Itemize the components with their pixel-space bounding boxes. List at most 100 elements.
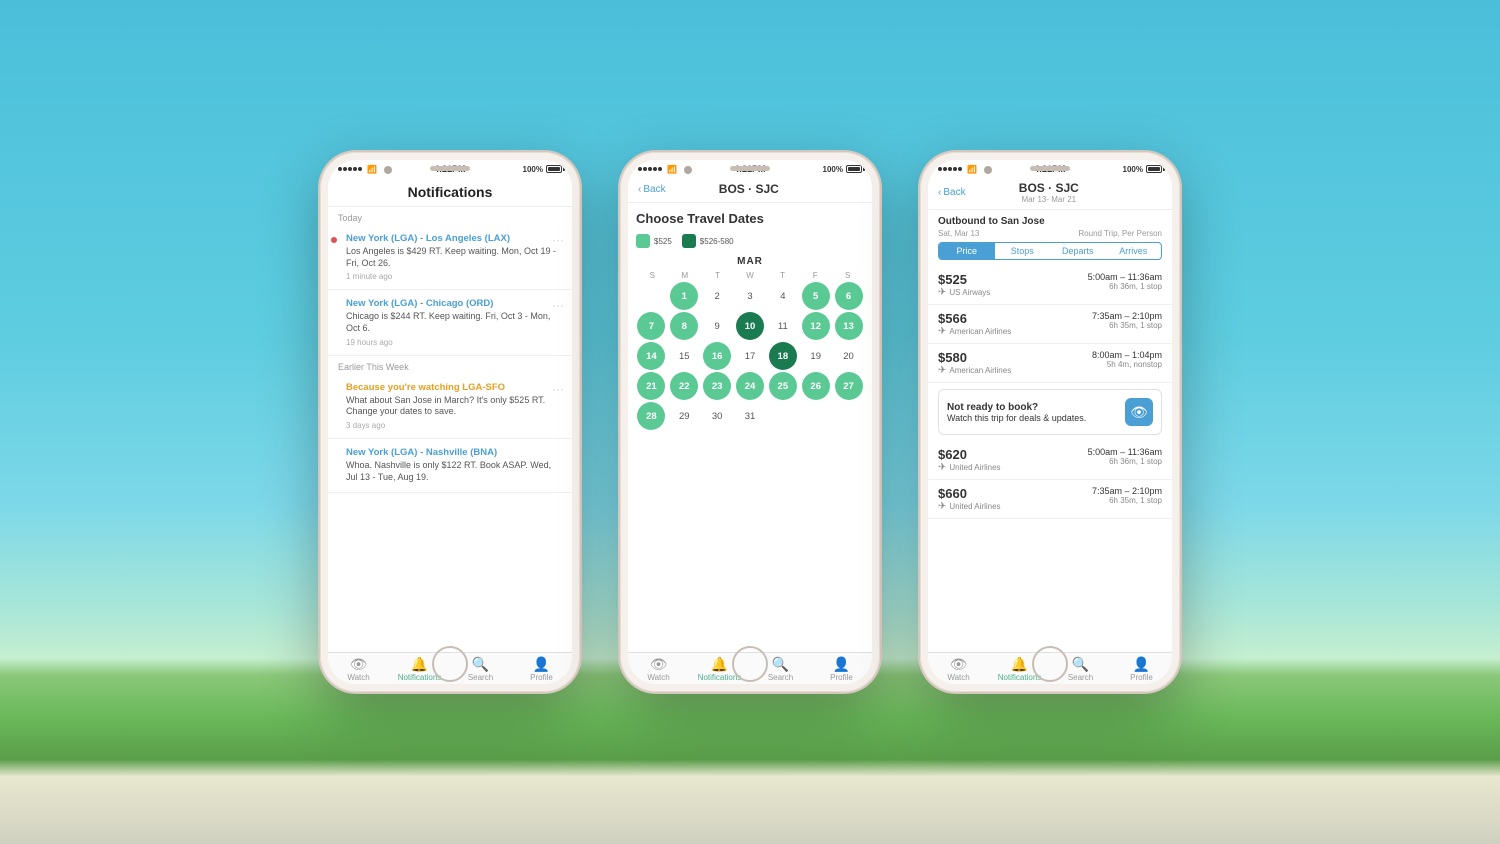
watch-this-trip-card[interactable]: Not ready to book? Watch this trip for d… [938, 389, 1162, 435]
cal-day-14[interactable]: 14 [637, 342, 665, 370]
calendar-body: Choose Travel Dates $525 $526-580 MAR S … [628, 203, 872, 652]
tab-watch-label-1: Watch [347, 673, 369, 682]
flight-price-4: $620 [938, 447, 1001, 462]
legend-label-525: $525 [654, 237, 672, 246]
sort-price[interactable]: Price [939, 243, 995, 259]
flight-item-2[interactable]: $566 ✈ American Airlines 7:35am – 2:10pm… [928, 305, 1172, 344]
tab-profile-2[interactable]: 👤 Profile [811, 657, 872, 682]
flight-item-4[interactable]: $620 ✈ United Airlines 5:00am – 11:36am … [928, 441, 1172, 480]
cal-day-26[interactable]: 26 [802, 372, 830, 400]
tab-watch-3[interactable]: 👁 Watch [928, 657, 989, 682]
tab-watch-2[interactable]: 👁 Watch [628, 657, 689, 682]
cal-day-13[interactable]: 13 [835, 312, 863, 340]
notif-item-3[interactable]: Because you're watching LGA-SFO What abo… [328, 374, 572, 439]
back-button-2[interactable]: ‹ Back [638, 184, 666, 195]
calendar-days: 1 2 3 4 5 6 7 8 9 10 11 12 13 14 15 [636, 282, 864, 430]
back-chevron-3: ‹ [938, 187, 941, 198]
calendar-route-title: BOS · SJC [666, 182, 832, 196]
notif-item-1[interactable]: New York (LGA) - Los Angeles (LAX) Los A… [328, 225, 572, 290]
flight-airline-4: ✈ United Airlines [938, 462, 1001, 473]
cal-day-22[interactable]: 22 [670, 372, 698, 400]
tab-search-label-1: Search [468, 673, 493, 682]
tab-watch-1[interactable]: 👁 Watch [328, 657, 389, 682]
cal-day-7[interactable]: 7 [637, 312, 665, 340]
cal-day-31[interactable]: 31 [736, 402, 764, 430]
more-icon-1[interactable]: ··· [552, 233, 564, 247]
cal-day-25[interactable]: 25 [769, 372, 797, 400]
more-icon-3[interactable]: ··· [552, 382, 564, 396]
flight-price-1: $525 [938, 272, 990, 287]
flight-airline-5: ✈ United Airlines [938, 501, 1001, 512]
watch-btn-icon[interactable]: 👁 [1125, 398, 1153, 426]
cal-day-17[interactable]: 17 [736, 342, 764, 370]
flight-airline-2: ✈ American Airlines [938, 326, 1011, 337]
flight-search-header: ‹ Back BOS · SJC Mar 13- Mar 21 [928, 176, 1172, 210]
back-chevron-2: ‹ [638, 184, 641, 195]
cal-day-15[interactable]: 15 [670, 342, 698, 370]
cal-day-28[interactable]: 28 [637, 402, 665, 430]
tab-profile-3[interactable]: 👤 Profile [1111, 657, 1172, 682]
phone-home-2[interactable] [732, 646, 768, 682]
notif-item-4[interactable]: New York (LGA) - Nashville (BNA) Whoa. N… [328, 439, 572, 492]
notifications-icon-3: 🔔 [1011, 657, 1028, 671]
cal-day-24[interactable]: 24 [736, 372, 764, 400]
cal-day-19[interactable]: 19 [802, 342, 830, 370]
phone-speaker-1 [430, 166, 470, 171]
phone-home-3[interactable] [1032, 646, 1068, 682]
notifications-icon: 🔔 [411, 657, 428, 671]
battery-pct-1: 100% [523, 165, 543, 174]
airline-icon-1: ✈ [938, 287, 946, 298]
sort-stops[interactable]: Stops [995, 243, 1051, 259]
cal-day-10[interactable]: 10 [736, 312, 764, 340]
flight-route-title: BOS · SJC [966, 181, 1132, 195]
phone-screen-1: 📶 4:21PM 100% Notifications Today New Yo… [328, 160, 572, 684]
back-button-3[interactable]: ‹ Back [938, 187, 966, 198]
cal-day-27[interactable]: 27 [835, 372, 863, 400]
cal-day-21[interactable]: 21 [637, 372, 665, 400]
cal-day-16[interactable]: 16 [703, 342, 731, 370]
flight-item-3[interactable]: $580 ✈ American Airlines 8:00am – 1:04pm… [928, 344, 1172, 383]
tab-profile-label-3: Profile [1130, 673, 1153, 682]
flight-duration-1: 6h 36m, 1 stop [1088, 282, 1162, 291]
watch-icon-2: 👁 [650, 657, 668, 671]
cal-day-2[interactable]: 2 [703, 282, 731, 310]
notif-body-3: What about San Jose in March? It's only … [346, 395, 562, 418]
cal-day-8[interactable]: 8 [670, 312, 698, 340]
cal-day-e2 [802, 402, 830, 430]
tab-profile-1[interactable]: 👤 Profile [511, 657, 572, 682]
legend-swatch-dark [682, 234, 696, 248]
phone-1: 📶 4:21PM 100% Notifications Today New Yo… [320, 152, 580, 692]
cal-day-18[interactable]: 18 [769, 342, 797, 370]
cal-day-5[interactable]: 5 [802, 282, 830, 310]
unread-dot [331, 237, 337, 243]
flight-item-5[interactable]: $660 ✈ United Airlines 7:35am – 2:10pm 6… [928, 480, 1172, 519]
notifications-list: Today New York (LGA) - Los Angeles (LAX)… [328, 207, 572, 652]
cal-day-9[interactable]: 9 [703, 312, 731, 340]
cal-day-12[interactable]: 12 [802, 312, 830, 340]
more-icon-2[interactable]: ··· [552, 298, 564, 312]
cal-day-23[interactable]: 23 [703, 372, 731, 400]
flight-item-1[interactable]: $525 ✈ US Airways 5:00am – 11:36am 6h 36… [928, 266, 1172, 305]
wd-fri: F [799, 271, 832, 280]
cal-day-6[interactable]: 6 [835, 282, 863, 310]
cal-day-3[interactable]: 3 [736, 282, 764, 310]
cal-day-4[interactable]: 4 [769, 282, 797, 310]
legend-label-526-580: $526-580 [700, 237, 734, 246]
month-label: MAR [636, 256, 864, 267]
phone-speaker-2 [730, 166, 770, 171]
flight-price-3: $580 [938, 350, 1011, 365]
flight-time-3: 8:00am – 1:04pm [1092, 350, 1162, 360]
sort-departs[interactable]: Departs [1050, 243, 1106, 259]
cal-day-e1 [769, 402, 797, 430]
profile-icon: 👤 [533, 657, 550, 671]
sort-arrives[interactable]: Arrives [1106, 243, 1162, 259]
watch-icon-3: 👁 [950, 657, 968, 671]
notif-time-2: 19 hours ago [346, 338, 562, 347]
phone-home-1[interactable] [432, 646, 468, 682]
cal-day-30[interactable]: 30 [703, 402, 731, 430]
cal-day-1[interactable]: 1 [670, 282, 698, 310]
cal-day-29[interactable]: 29 [670, 402, 698, 430]
cal-day-11[interactable]: 11 [769, 312, 797, 340]
cal-day-20[interactable]: 20 [835, 342, 863, 370]
notif-item-2[interactable]: New York (LGA) - Chicago (ORD) Chicago i… [328, 290, 572, 355]
